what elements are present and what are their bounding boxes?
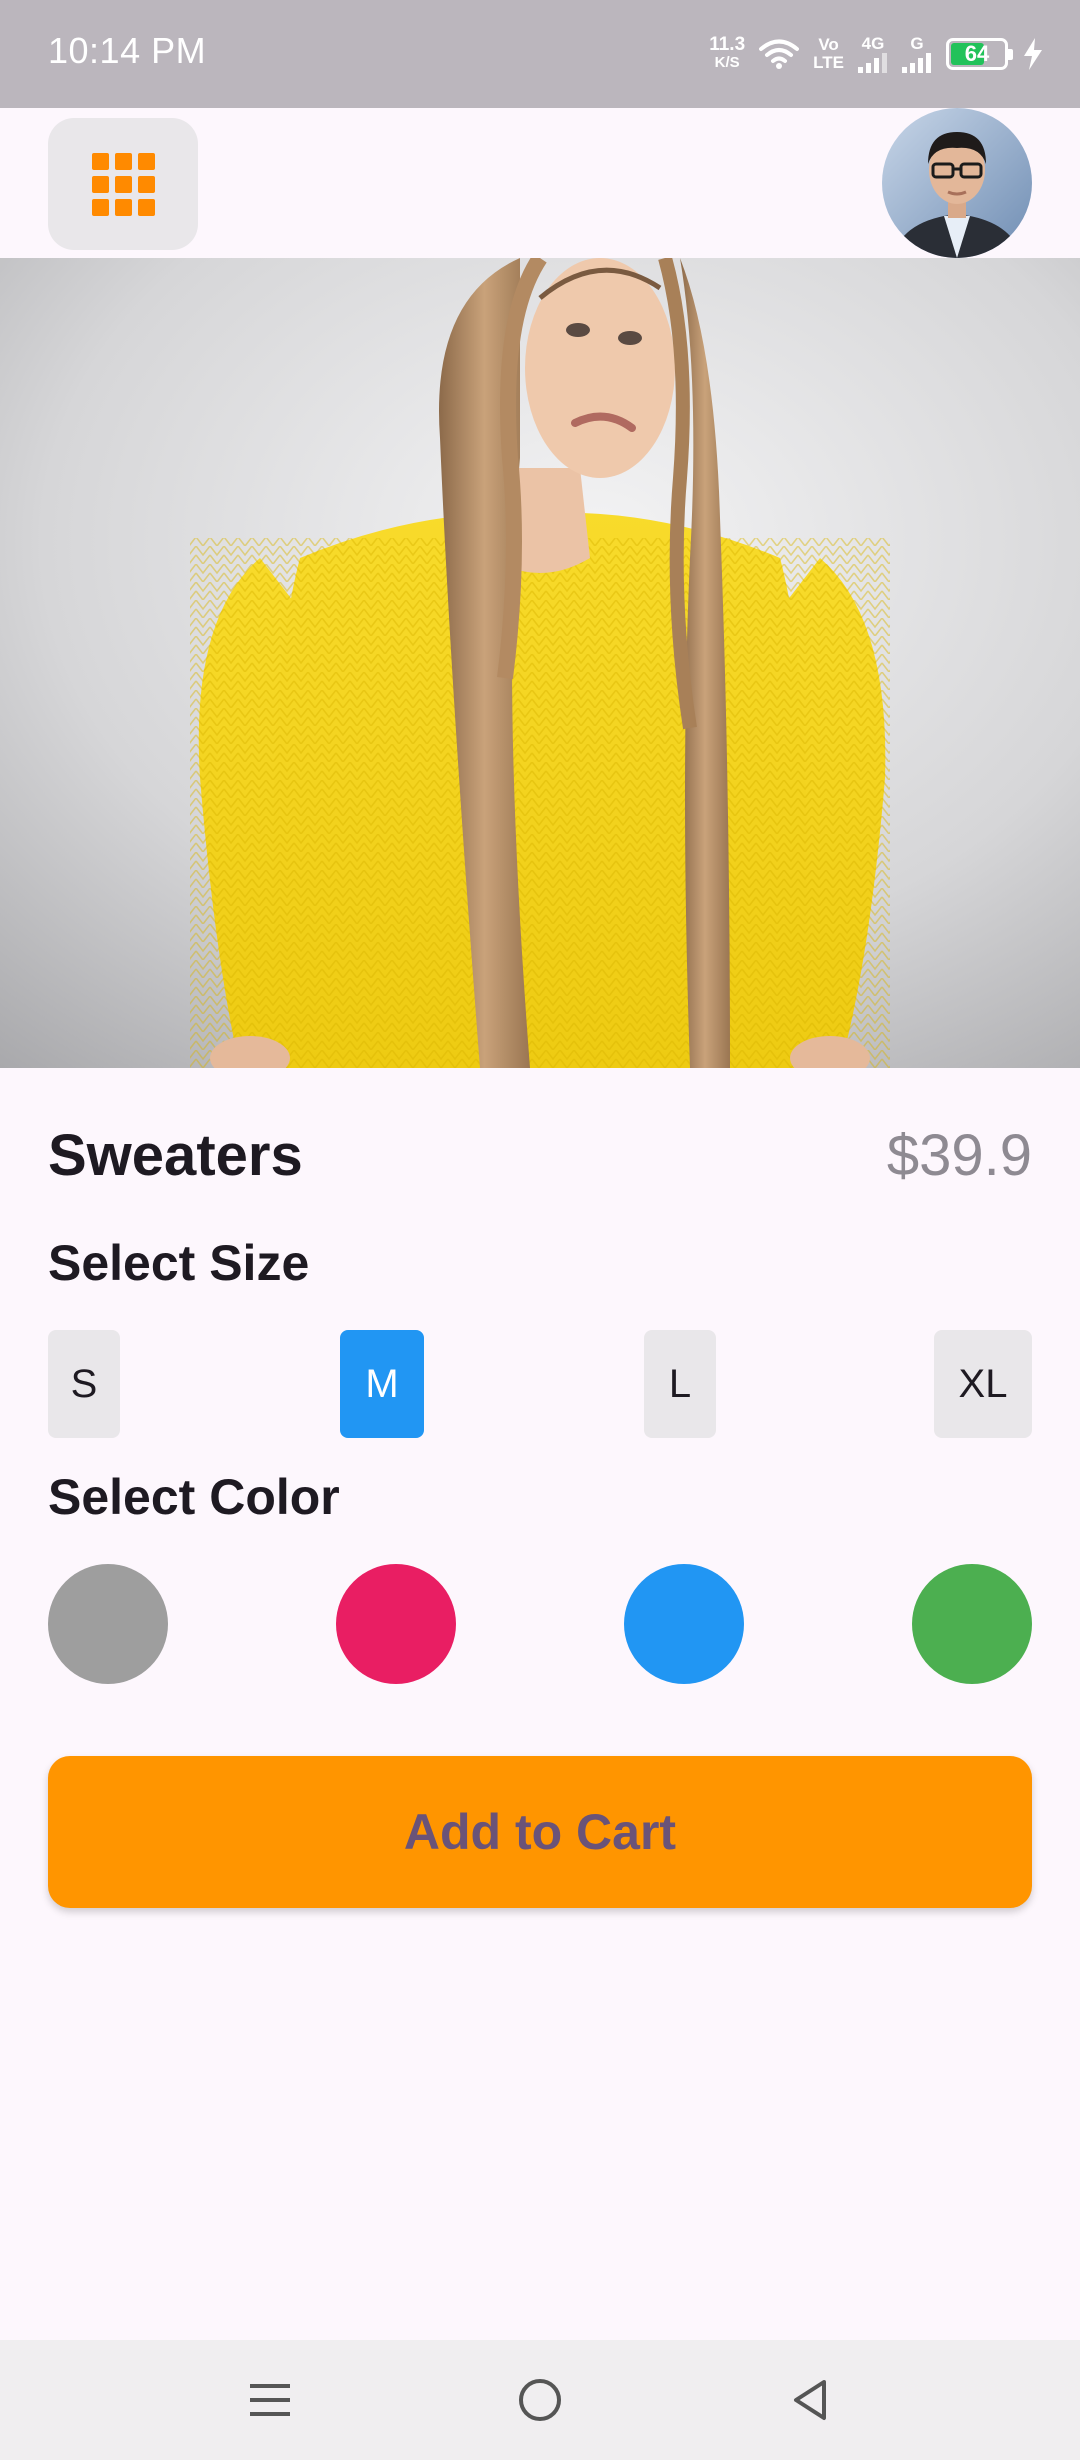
- signal-icon: [858, 53, 887, 73]
- status-icons: 11.3 K/S Vo LTE 4G G 64: [709, 28, 1044, 80]
- status-bar: 10:14 PM 11.3 K/S Vo LTE 4G G 64: [0, 0, 1080, 108]
- color-swatch-blue[interactable]: [624, 1564, 744, 1684]
- back-icon[interactable]: [774, 2364, 846, 2436]
- product-title: Sweaters: [48, 1123, 303, 1188]
- volte-bottom: LTE: [813, 53, 844, 72]
- color-swatch-green[interactable]: [912, 1564, 1032, 1684]
- grid-icon: [91, 152, 155, 216]
- navigation-bar: [0, 2340, 1080, 2460]
- avatar[interactable]: [882, 108, 1032, 258]
- net-speed: 11.3 K/S: [709, 34, 746, 72]
- wifi-icon: [759, 39, 800, 69]
- home-icon[interactable]: [504, 2364, 576, 2436]
- battery-cap: [1008, 49, 1013, 60]
- status-time: 10:14 PM: [48, 30, 207, 71]
- network-type-4g: 4G: [858, 35, 888, 73]
- net-speed-unit: K/S: [714, 54, 740, 71]
- product-image: [0, 258, 1080, 1068]
- signal-icon-2: [902, 53, 931, 73]
- network-type-2-label: G: [910, 34, 924, 53]
- product-photo: [0, 258, 1080, 1068]
- charging-icon: [1024, 38, 1042, 70]
- size-option-xl[interactable]: XL: [934, 1330, 1032, 1438]
- network-type-label: 4G: [861, 34, 885, 53]
- avatar-image: [882, 108, 1032, 258]
- size-option-l[interactable]: L: [644, 1330, 716, 1438]
- color-swatch-grey[interactable]: [48, 1564, 168, 1684]
- color-heading: Select Color: [48, 1469, 340, 1525]
- net-speed-value: 11.3: [709, 34, 746, 55]
- battery-icon: 64: [946, 38, 1013, 70]
- size-option-m[interactable]: M: [340, 1330, 424, 1438]
- add-to-cart-button[interactable]: Add to Cart: [48, 1756, 1032, 1908]
- top-bar: [0, 108, 1080, 258]
- volte-indicator: Vo LTE: [813, 36, 844, 72]
- color-swatch-pink[interactable]: [336, 1564, 456, 1684]
- size-heading: Select Size: [48, 1235, 310, 1291]
- size-option-s[interactable]: S: [48, 1330, 120, 1438]
- battery-level: 64: [964, 41, 990, 66]
- product-price: $39.9: [886, 1123, 1032, 1188]
- network-type-g: G: [902, 35, 932, 73]
- menu-icon[interactable]: [234, 2364, 306, 2436]
- menu-button[interactable]: [48, 118, 198, 250]
- color-options: [48, 1564, 1032, 1684]
- volte-top: Vo: [818, 35, 839, 54]
- size-options: S M L XL: [48, 1330, 1032, 1438]
